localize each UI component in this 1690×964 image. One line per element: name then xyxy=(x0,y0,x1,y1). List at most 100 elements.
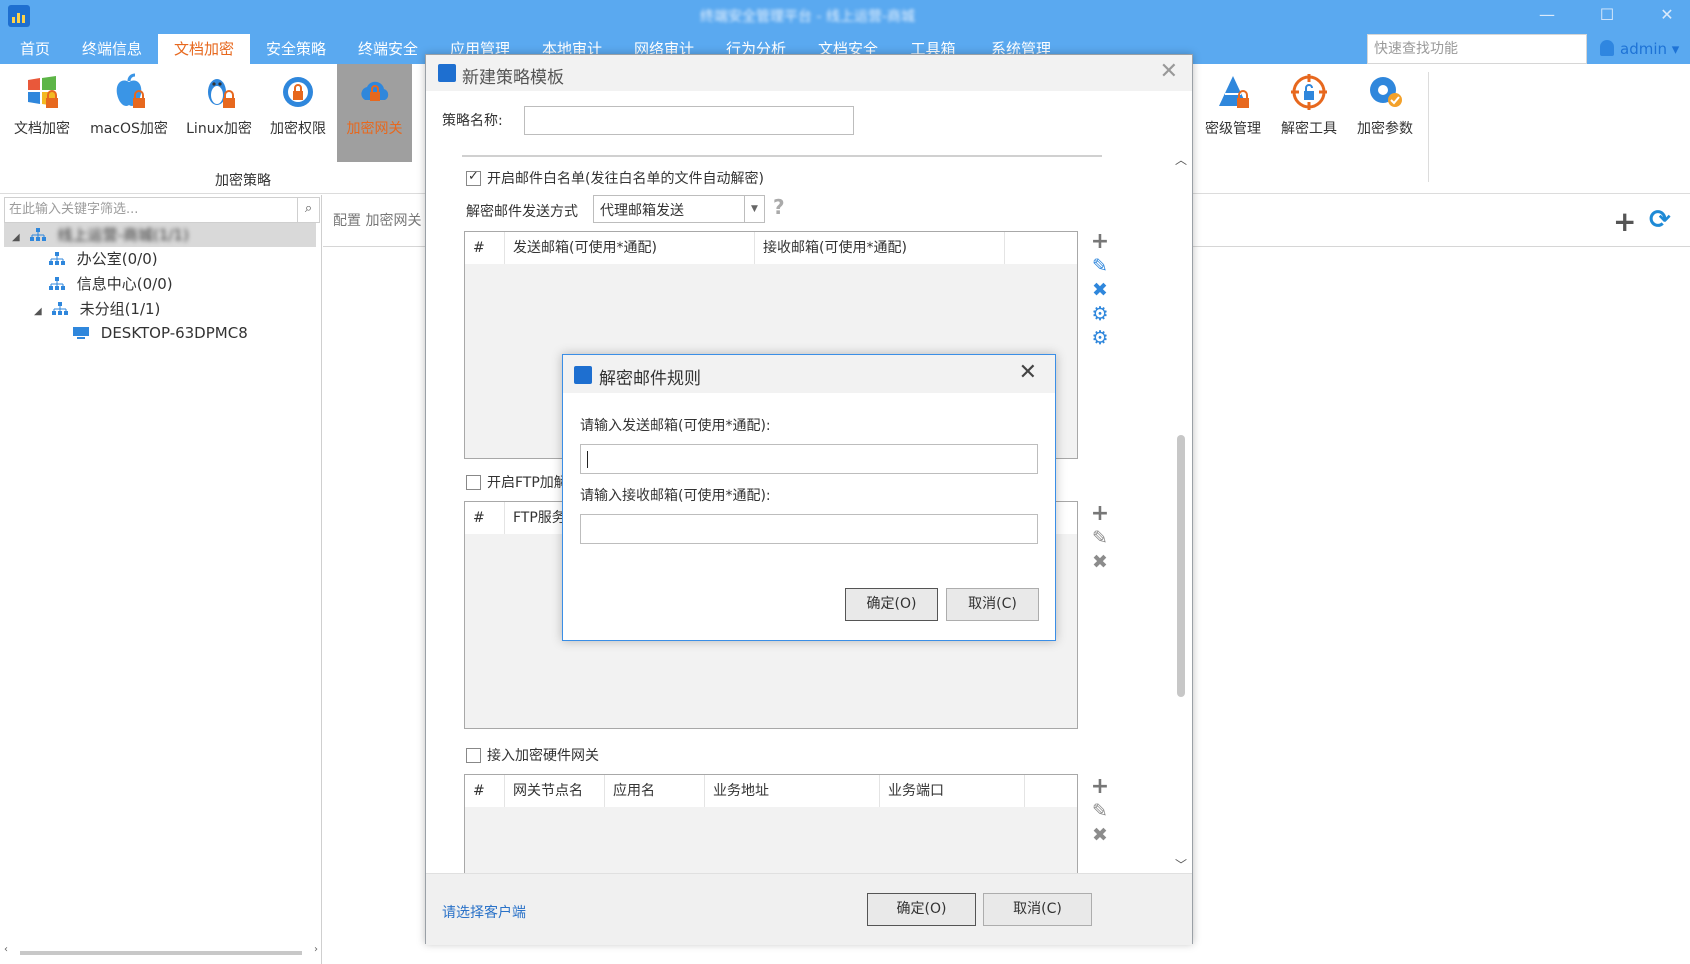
receiver-mail-input[interactable] xyxy=(580,514,1038,544)
receiver-mail-label: 请输入接收邮箱(可使用*通配): xyxy=(580,488,771,504)
dialog-title: 解密邮件规则 xyxy=(599,369,701,389)
scroll-left-icon[interactable]: ‹ xyxy=(4,944,8,955)
column-header: 接收邮箱(可使用*通配) xyxy=(755,232,1005,264)
cloud-lock-icon xyxy=(360,81,388,101)
tree-node-office[interactable]: 办公室(0/0) xyxy=(4,247,158,271)
tree-node-computer[interactable]: DESKTOP-63DPMC8 xyxy=(4,321,248,345)
send-mode-value: 代理邮箱发送 xyxy=(600,203,684,219)
menu-doc-encrypt[interactable]: 文档加密 xyxy=(158,34,250,64)
policy-name-input[interactable] xyxy=(524,106,854,135)
ribbon-encrypt-gateway-button[interactable]: 加密网关 xyxy=(337,64,412,162)
ribbon-label: macOS加密 xyxy=(90,121,168,137)
horizontal-scrollbar[interactable]: ‹ › xyxy=(4,944,318,958)
edit-icon[interactable]: ✎ xyxy=(1089,255,1111,277)
ribbon-linux-encrypt-button[interactable]: Linux加密 xyxy=(182,64,256,162)
user-icon xyxy=(1600,40,1614,56)
send-mode-select[interactable]: 代理邮箱发送 ▼ xyxy=(593,195,765,223)
ribbon-encrypt-params-button[interactable]: 加密参数 xyxy=(1350,64,1420,162)
window-titlebar: 终端安全管理平台 - 线上运营-商城 — ☐ ✕ xyxy=(0,0,1690,34)
mail-whitelist-checkbox[interactable]: 开启邮件白名单(发往白名单的文件自动解密) xyxy=(466,168,764,188)
dialog-titlebar: 新建策略模板 ✕ xyxy=(426,55,1192,91)
edit-icon[interactable]: ✎ xyxy=(1089,800,1111,822)
org-icon xyxy=(51,302,68,315)
tree-filter-placeholder: 在此输入关键字筛选... xyxy=(9,202,139,217)
tree-node-label: 线上运营-商城(1/1) xyxy=(57,226,189,244)
hw-gateway-checkbox[interactable]: 接入加密硬件网关 xyxy=(466,745,599,765)
help-icon[interactable]: ? xyxy=(773,195,785,219)
scroll-up-icon[interactable]: ︿ xyxy=(1174,151,1188,168)
linux-penguin-lock-icon xyxy=(208,79,235,108)
ribbon-secret-level-button[interactable]: 密级管理 xyxy=(1198,64,1268,162)
tree-node-root[interactable]: ◢ 线上运营-商城(1/1) xyxy=(4,223,316,247)
vertical-scrollbar[interactable]: ︿ ﹀ xyxy=(1174,151,1188,873)
minimize-icon[interactable]: — xyxy=(1532,3,1562,27)
ribbon-doc-encrypt-button[interactable]: 文档加密 xyxy=(8,64,76,162)
column-header: # xyxy=(465,775,505,807)
hw-gateway-table: # 网关节点名 应用名 业务地址 业务端口 xyxy=(464,774,1078,873)
menu-terminal-security[interactable]: 终端安全 xyxy=(348,34,428,64)
column-header: 发送邮箱(可使用*通配) xyxy=(505,232,755,264)
menu-home[interactable]: 首页 xyxy=(10,34,60,64)
dropdown-arrow-icon[interactable]: ▼ xyxy=(744,196,764,222)
scroll-right-icon[interactable]: › xyxy=(314,944,318,955)
menu-security-policy[interactable]: 安全策略 xyxy=(256,34,336,64)
ribbon-label: 解密工具 xyxy=(1281,121,1337,137)
cancel-button[interactable]: 取消(C) xyxy=(983,893,1092,926)
dialog-title: 新建策略模板 xyxy=(462,68,564,88)
close-window-icon[interactable]: ✕ xyxy=(1652,3,1682,27)
settings-icon[interactable]: ⚙ xyxy=(1089,327,1111,349)
close-icon[interactable]: ✕ xyxy=(1160,59,1178,84)
ribbon-decrypt-tool-button[interactable]: 解密工具 xyxy=(1274,64,1344,162)
tree-node-ungrouped[interactable]: ◢ 未分组(1/1) xyxy=(4,297,160,321)
select-client-link[interactable]: 请选择客户端 xyxy=(442,902,526,922)
ribbon-label: 加密权限 xyxy=(270,121,326,137)
delete-icon[interactable]: ✖ xyxy=(1089,824,1111,846)
tree-node-info-center[interactable]: 信息中心(0/0) xyxy=(4,272,173,296)
delete-icon[interactable]: ✖ xyxy=(1089,551,1111,573)
mail-whitelist-label: 开启邮件白名单(发往白名单的文件自动解密) xyxy=(487,171,764,187)
gear-icon[interactable]: ⚙ xyxy=(1089,303,1111,325)
add-row-icon[interactable]: + xyxy=(1089,231,1111,253)
org-icon xyxy=(49,252,65,265)
cancel-button[interactable]: 取消(C) xyxy=(946,588,1039,621)
checkbox-checked-icon[interactable] xyxy=(466,169,481,186)
org-icon xyxy=(29,228,46,241)
sender-mail-input[interactable] xyxy=(580,444,1038,474)
ribbon-label: 密级管理 xyxy=(1205,121,1261,137)
gear-lock-icon xyxy=(283,77,313,107)
table-header: # 发送邮箱(可使用*通配) 接收邮箱(可使用*通配) xyxy=(465,232,1077,264)
ribbon-encrypt-permission-button[interactable]: 加密权限 xyxy=(262,64,334,162)
checkbox-unchecked-icon[interactable] xyxy=(466,748,481,763)
quick-search-input[interactable]: 快速查找功能 xyxy=(1367,34,1587,64)
tree-node-label: 信息中心(0/0) xyxy=(76,275,173,293)
close-icon[interactable]: ✕ xyxy=(1019,360,1037,385)
breadcrumb: 配置 加密网关 xyxy=(333,213,422,229)
text-caret xyxy=(587,451,588,468)
user-menu[interactable]: admin ▾ xyxy=(1600,34,1679,64)
ok-button[interactable]: 确定(O) xyxy=(867,893,976,926)
dialog-titlebar: 解密邮件规则 ✕ xyxy=(563,355,1055,393)
edit-icon[interactable]: ✎ xyxy=(1089,527,1111,549)
scroll-down-icon[interactable]: ﹀ xyxy=(1174,856,1188,873)
ribbon-label: 文档加密 xyxy=(14,121,70,137)
add-row-icon[interactable]: + xyxy=(1089,776,1111,798)
tree-node-label: 未分组(1/1) xyxy=(79,300,161,318)
column-header: # xyxy=(465,232,505,264)
gear-check-icon xyxy=(1370,77,1402,107)
checkbox-unchecked-icon[interactable] xyxy=(466,475,481,490)
menu-terminal-info[interactable]: 终端信息 xyxy=(72,34,152,64)
target-unlock-icon xyxy=(1291,74,1327,110)
ribbon-group-label: 加密策略 xyxy=(215,173,271,189)
ribbon-separator xyxy=(1428,72,1429,182)
scrollbar-thumb[interactable] xyxy=(1177,435,1185,697)
tree-filter-input[interactable]: 在此输入关键字筛选... ⌕ xyxy=(4,197,320,223)
ribbon-macos-encrypt-button[interactable]: macOS加密 xyxy=(86,64,172,162)
maximize-icon[interactable]: ☐ xyxy=(1592,3,1622,27)
sender-mail-label: 请输入发送邮箱(可使用*通配): xyxy=(580,418,771,434)
refresh-icon[interactable]: ⟳ xyxy=(1649,205,1671,235)
add-row-icon[interactable]: + xyxy=(1089,503,1111,525)
ok-button[interactable]: 确定(O) xyxy=(845,588,938,621)
delete-icon[interactable]: ✖ xyxy=(1089,279,1111,301)
search-icon[interactable]: ⌕ xyxy=(297,198,319,222)
add-icon[interactable]: + xyxy=(1613,205,1636,238)
